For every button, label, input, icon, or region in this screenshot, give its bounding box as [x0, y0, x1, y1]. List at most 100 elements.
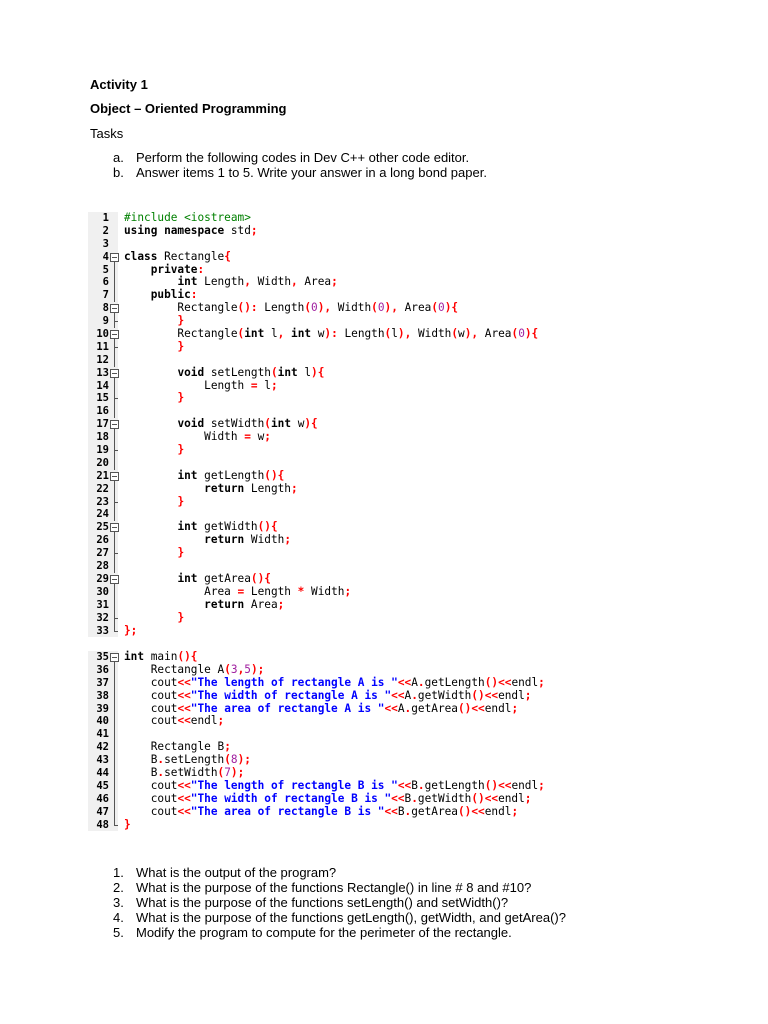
line-number: 46	[96, 792, 109, 805]
code-token: (	[270, 365, 278, 379]
code-token: endl	[511, 675, 539, 689]
code-token: <<	[384, 804, 398, 818]
code-token: (){	[264, 468, 285, 482]
code-token: ;	[217, 714, 225, 728]
code-token: Rectangle	[157, 249, 225, 263]
code-token: <<	[384, 701, 398, 715]
line-number: 5	[102, 263, 109, 276]
code-token: <<	[391, 688, 405, 702]
code-text: }	[124, 340, 184, 354]
code-token: w	[458, 327, 465, 341]
code-token: Area	[297, 275, 332, 289]
fold-marker-icon	[110, 521, 119, 535]
code-line: 23 }	[88, 495, 560, 509]
fold-marker-icon	[110, 456, 119, 470]
question-number: 3.	[113, 895, 124, 910]
code-token: ){	[524, 327, 539, 341]
code-token: main	[144, 650, 178, 663]
fold-marker-icon	[110, 792, 119, 806]
code-token: getLength	[197, 468, 265, 482]
fold-marker-icon	[110, 302, 119, 316]
code-token: B	[124, 766, 158, 780]
question-number: 4.	[113, 910, 124, 925]
question-number: 5.	[113, 925, 124, 940]
line-number: 41	[96, 728, 109, 741]
line-number: 48	[96, 818, 109, 831]
fold-marker-icon	[110, 263, 119, 277]
code-token: setWidth	[164, 766, 218, 780]
fold-marker-icon	[110, 651, 119, 664]
code-token: Length	[337, 327, 385, 341]
fold-marker-icon	[110, 289, 119, 303]
question-text: Modify the program to compute for the pe…	[136, 925, 512, 940]
code-token: .	[411, 688, 418, 702]
code-token: "The area of rectangle B is "	[190, 804, 385, 818]
tasks-heading: Tasks	[90, 126, 124, 141]
code-text: Rectangle(int l, int w): Length(l), Widt…	[124, 327, 539, 341]
fold-marker-icon	[110, 624, 119, 638]
code-token: Length	[124, 378, 251, 392]
code-token: <<	[177, 778, 191, 792]
code-token: <<	[177, 804, 191, 818]
code-token: 0	[518, 327, 525, 341]
line-number: 6	[102, 276, 109, 289]
code-token: ;	[524, 688, 532, 702]
fold-marker-icon	[110, 805, 119, 819]
code-token: {	[224, 249, 231, 263]
line-number: 19	[96, 444, 109, 457]
fold-marker-icon	[110, 560, 119, 573]
line-number: 15	[96, 392, 109, 405]
code-token: int	[177, 571, 198, 585]
code-token: );	[250, 662, 265, 676]
code-token: Area	[397, 301, 432, 315]
code-token: getWidth	[417, 688, 472, 702]
code-token: Rectangle B	[124, 740, 225, 754]
code-token: ;	[277, 597, 285, 611]
code-token: =	[244, 430, 251, 444]
line-number: 44	[96, 767, 109, 780]
fold-marker-icon	[110, 611, 119, 625]
code-token: <<	[177, 791, 191, 805]
code-token: setLength	[164, 753, 225, 767]
line-number: 38	[96, 689, 109, 702]
code-token: ){	[311, 365, 325, 379]
code-token: cout	[124, 688, 178, 702]
code-text: using namespace std;	[124, 224, 258, 238]
code-text: }	[124, 443, 185, 457]
fold-marker-icon	[110, 728, 119, 742]
subtitle: Object – Oriented Programming	[90, 101, 287, 116]
code-token: }	[177, 443, 185, 457]
line-number: 4	[102, 250, 109, 263]
code-token: int	[270, 417, 292, 431]
fold-marker-icon	[110, 276, 119, 290]
code-token: 7	[224, 766, 231, 780]
fold-marker-icon	[110, 431, 119, 444]
line-number: 23	[96, 495, 109, 508]
code-token: int	[277, 365, 298, 379]
line-number: 31	[96, 598, 109, 611]
code-token: endl	[484, 701, 512, 715]
line-number: 40	[96, 715, 109, 728]
fold-marker-icon	[110, 741, 119, 755]
code-token: int	[291, 327, 312, 341]
code-token: cout	[124, 701, 178, 715]
code-token: .	[417, 675, 425, 689]
code-line: 11 }	[88, 340, 560, 354]
code-token: ;	[538, 778, 545, 792]
code-token: cout	[124, 804, 178, 818]
fold-marker-icon	[110, 482, 119, 496]
code-text: }	[124, 495, 184, 509]
line-number: 7	[102, 289, 109, 302]
code-token: l	[264, 327, 278, 341]
code-token: void	[177, 417, 205, 431]
fold-marker-icon	[110, 818, 119, 832]
code-token: setLength	[204, 365, 271, 379]
